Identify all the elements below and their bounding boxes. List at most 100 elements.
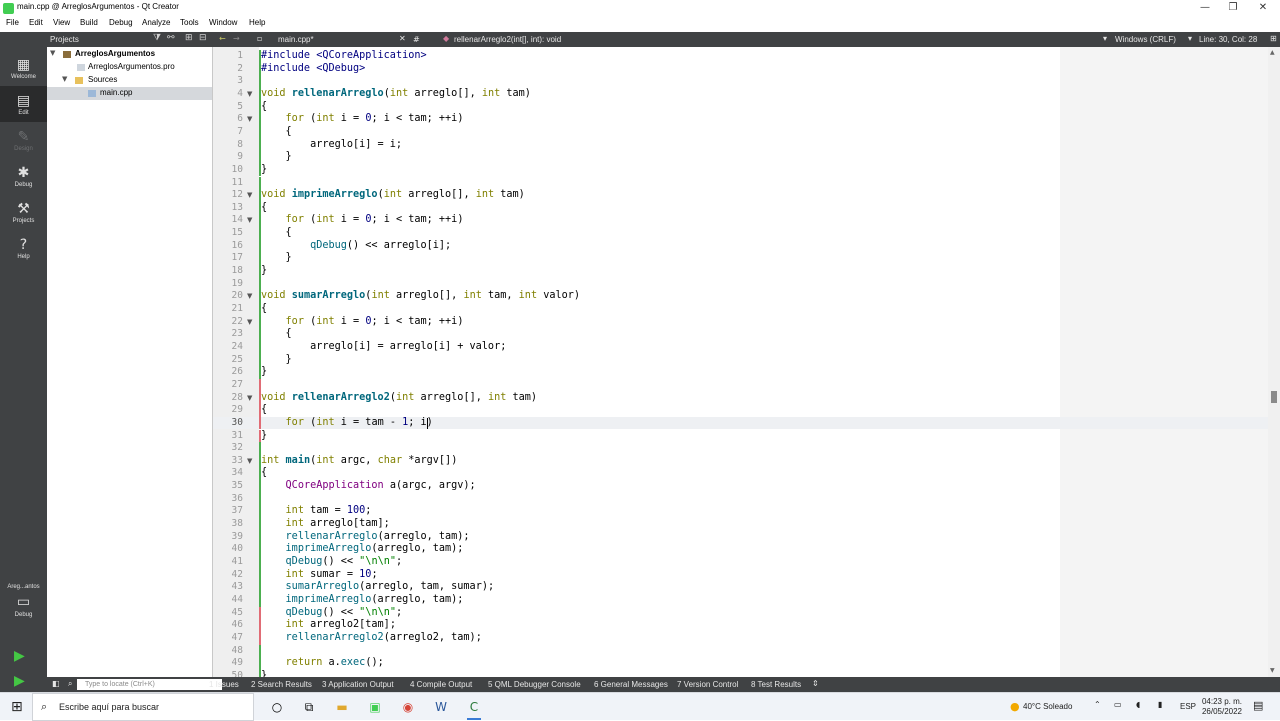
code-line[interactable]: 49 return a.exec();	[213, 657, 1268, 670]
code-line[interactable]: 31}	[213, 429, 1268, 443]
fold-arrow-icon[interactable]: ▼	[247, 214, 252, 227]
code-line[interactable]: 29 {	[213, 404, 1268, 417]
code-line[interactable]: 6 ▼ for (int i = 0; i < tam; ++i)	[213, 113, 1268, 126]
code-line[interactable]: 16 qDebug() << arreglo[i];	[213, 239, 1268, 253]
code-line[interactable]: 10}	[213, 163, 1268, 177]
code-line[interactable]: 8 arreglo[i] = i;	[213, 138, 1268, 152]
fold-arrow-icon[interactable]: ▼	[247, 290, 252, 303]
document-selector[interactable]: main.cpp*	[278, 35, 408, 47]
code-line[interactable]: 3	[213, 75, 1268, 88]
output-tab-search-results[interactable]: 2 Search Results	[251, 680, 312, 689]
code-line[interactable]: 28 ▼ void rellenarArreglo2(int arreglo[], …	[213, 391, 1268, 405]
fold-arrow-icon[interactable]: ▼	[247, 113, 252, 126]
tree-item-sources[interactable]: ▼ Sources	[47, 74, 212, 87]
weather-text[interactable]: 40°C Soleado	[1023, 702, 1072, 711]
output-tab-general-messages[interactable]: 6 General Messages	[594, 680, 668, 689]
menu-file[interactable]: File	[6, 18, 19, 27]
code-line[interactable]: 30 for (int i = tam - 1; i)	[213, 416, 1268, 430]
code-line[interactable]: 21 {	[213, 303, 1268, 316]
task-view-icon[interactable]: ⧉	[298, 697, 320, 717]
language-indicator[interactable]: ESP	[1180, 702, 1196, 711]
output-tab-application-output[interactable]: 3 Application Output	[322, 680, 394, 689]
more-tabs-icon[interactable]: ⇕	[812, 679, 819, 688]
code-line[interactable]: 36	[213, 492, 1268, 506]
restore-button[interactable]: ❐	[1218, 0, 1248, 16]
code-line[interactable]: 33 ▼ int main(int argc, char *argv[])	[213, 454, 1268, 468]
code-line[interactable]: 42 int sumar = 10;	[213, 568, 1268, 582]
fold-arrow-icon[interactable]: ▼	[247, 189, 252, 202]
code-line[interactable]: 45 qDebug() << "\n\n";	[213, 606, 1268, 620]
debug-run-button[interactable]: ▶	[14, 673, 32, 689]
word-icon[interactable]: W	[430, 697, 452, 717]
code-line[interactable]: 14 ▼ for (int i = 0; i < tam; ++i)	[213, 214, 1268, 228]
code-line[interactable]: 32	[213, 442, 1268, 455]
tree-item-main-cpp[interactable]: main.cpp	[47, 87, 212, 100]
tree-item-pro-file[interactable]: ArreglosArgumentos.pro	[47, 61, 212, 74]
menu-analyze[interactable]: Analyze	[142, 18, 170, 27]
back-arrow-icon[interactable]: ←	[219, 34, 226, 43]
close-document-icon[interactable]: ✕	[399, 34, 406, 43]
code-line[interactable]: 46 int arreglo2[tam];	[213, 619, 1268, 632]
code-line[interactable]: 23 {	[213, 328, 1268, 341]
fold-arrow-icon[interactable]: ▼	[247, 455, 252, 468]
run-button[interactable]: ▶	[14, 648, 32, 664]
code-line[interactable]: 4 ▼ void rellenarArreglo(int arreglo[], in…	[213, 87, 1268, 101]
sync-link-icon[interactable]: ⚯	[167, 33, 175, 43]
mode-help[interactable]: ? Help	[0, 230, 47, 266]
code-line[interactable]: 25 }	[213, 353, 1268, 367]
code-line[interactable]: 13 {	[213, 201, 1268, 215]
code-line[interactable]: 40 imprimeArreglo(arreglo, tam);	[213, 543, 1268, 556]
tree-item-project[interactable]: ▼ ArreglosArgumentos	[47, 48, 212, 61]
forward-arrow-icon[interactable]: →	[233, 34, 240, 43]
menu-window[interactable]: Window	[209, 18, 237, 27]
output-tab-issues[interactable]: 1 Issues	[209, 680, 239, 689]
cursor-position[interactable]: Line: 30, Col: 28	[1199, 35, 1257, 44]
code-line[interactable]: 5{	[213, 100, 1268, 114]
scrollbar-thumb[interactable]	[1271, 391, 1277, 403]
mode-welcome[interactable]: ▦ Welcome	[0, 50, 47, 86]
vertical-scrollbar[interactable]: ▲ ▼	[1268, 47, 1280, 677]
code-line[interactable]: 15 {	[213, 227, 1268, 240]
split-icon[interactable]: ⊞	[185, 33, 193, 43]
expand-arrow-icon[interactable]: ▼	[62, 75, 67, 83]
fold-arrow-icon[interactable]: ▼	[247, 316, 252, 329]
expand-arrow-icon[interactable]: ▼	[50, 49, 55, 57]
mode-projects[interactable]: ⚒ Projects	[0, 194, 47, 230]
chevron-up-icon[interactable]: ⌃	[1094, 700, 1101, 709]
code-line[interactable]: 41 qDebug() << "\n\n";	[213, 556, 1268, 569]
code-line[interactable]: 39 rellenarArreglo(arreglo, tam);	[213, 530, 1268, 544]
output-tab-compile-output[interactable]: 4 Compile Output	[410, 680, 472, 689]
code-line[interactable]: 34 {	[213, 467, 1268, 481]
chrome-icon[interactable]: ◉	[397, 697, 419, 717]
scroll-down-icon[interactable]: ▼	[1270, 667, 1275, 674]
taskbar-clock[interactable]: 04:23 p. m. 26/05/2022	[1202, 697, 1242, 717]
code-line[interactable]: 37 int tam = 100;	[213, 505, 1268, 519]
mode-design[interactable]: ✎ Design	[0, 122, 47, 158]
microphone-icon[interactable]: ▮	[1158, 700, 1162, 709]
function-context-selector[interactable]: rellenarArreglo2(int[], int): void	[454, 35, 561, 44]
code-line[interactable]: 26}	[213, 366, 1268, 379]
file-explorer-icon[interactable]: ▬	[331, 697, 353, 717]
menu-build[interactable]: Build	[80, 18, 98, 27]
close-button[interactable]: ✕	[1248, 0, 1278, 16]
code-line[interactable]: 12 ▼ void imprimeArreglo(int arreglo[], in…	[213, 189, 1268, 202]
code-line[interactable]: 7 {	[213, 125, 1268, 139]
code-line[interactable]: 27	[213, 378, 1268, 392]
code-editor[interactable]: 1 #include <QCoreApplication> 2 #include <Q…	[213, 47, 1268, 677]
code-line[interactable]: 20 ▼ void sumarArreglo(int arreglo[], int …	[213, 290, 1268, 303]
locator-input[interactable]: Type to locate (Ctrl+K)	[77, 679, 222, 690]
notification-icon[interactable]: ▤	[1253, 699, 1263, 712]
toggle-sidebar-icon[interactable]: ◧	[52, 679, 60, 688]
code-line[interactable]: 18}	[213, 265, 1268, 278]
speaker-icon[interactable]: ◖	[1136, 700, 1140, 709]
menu-edit[interactable]: Edit	[29, 18, 43, 27]
output-tab-qml-debugger-console[interactable]: 5 QML Debugger Console	[488, 680, 581, 689]
code-line[interactable]: 44 imprimeArreglo(arreglo, tam);	[213, 593, 1268, 607]
output-tab-version-control[interactable]: 7 Version Control	[677, 680, 738, 689]
code-line[interactable]: 1 #include <QCoreApplication>	[213, 50, 1268, 63]
mode-debug[interactable]: ✱ Debug	[0, 158, 47, 194]
code-line[interactable]: 22 ▼ for (int i = 0; i < tam; ++i)	[213, 315, 1268, 329]
qt-creator-taskbar-icon[interactable]: C	[463, 697, 485, 720]
code-line[interactable]: 9 }	[213, 151, 1268, 164]
fold-arrow-icon[interactable]: ▼	[247, 88, 252, 101]
